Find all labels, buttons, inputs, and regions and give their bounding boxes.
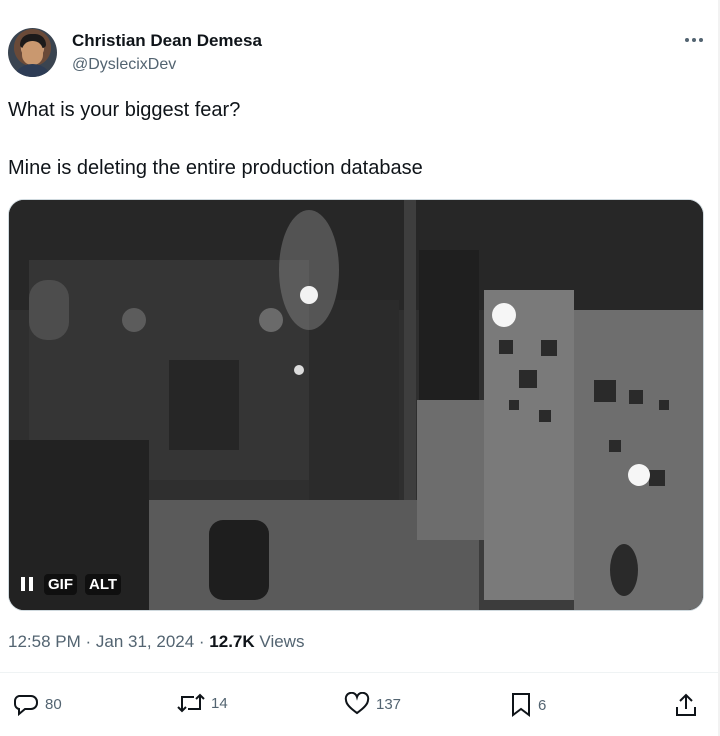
reply-count: 80 — [45, 695, 62, 713]
reply-icon — [14, 695, 38, 716]
divider — [0, 672, 720, 673]
meta-separator: · — [80, 632, 96, 651]
tweet-line-1: What is your biggest fear? — [8, 99, 241, 121]
bookmark-icon — [512, 693, 530, 717]
bookmark-button[interactable]: 6 — [510, 692, 546, 718]
like-button[interactable]: 137 — [344, 692, 401, 716]
tweet-line-2: Mine is deleting the entire production d… — [8, 157, 423, 179]
author-name[interactable]: Christian Dean Demesa — [72, 31, 262, 51]
repost-button[interactable]: 14 — [177, 692, 228, 714]
tweet-date[interactable]: Jan 31, 2024 — [96, 632, 194, 651]
avatar[interactable] — [8, 28, 57, 77]
views-label: Views — [259, 632, 305, 651]
tweet-header: Christian Dean Demesa @DyslecixDev — [8, 28, 712, 80]
views-count: 12.7K — [209, 632, 255, 651]
repost-icon — [177, 693, 205, 713]
more-icon[interactable] — [682, 30, 706, 50]
pause-icon[interactable] — [18, 573, 36, 595]
alt-badge[interactable]: ALT — [85, 573, 122, 595]
like-count: 137 — [376, 695, 402, 713]
share-button[interactable] — [674, 692, 698, 718]
gif-badge: GIF — [44, 573, 77, 595]
tweet-meta: 12:58 PM · Jan 31, 2024 · 12.7K Views — [8, 632, 304, 652]
gif-controls: GIF ALT — [18, 571, 122, 597]
repost-count: 14 — [211, 694, 228, 712]
bookmark-count: 6 — [538, 696, 547, 714]
action-bar: 80 14 137 6 — [0, 686, 720, 726]
author-handle[interactable]: @DyslecixDev — [72, 56, 176, 74]
share-icon — [676, 693, 696, 716]
meta-separator-2: · — [194, 632, 210, 651]
gif-frame-illustration — [9, 200, 703, 610]
gif-media[interactable] — [8, 199, 704, 611]
like-icon — [344, 692, 370, 715]
tweet-text: What is your biggest fear? Mine is delet… — [8, 96, 708, 183]
reply-button[interactable]: 80 — [13, 692, 62, 716]
tweet-time[interactable]: 12:58 PM — [8, 632, 81, 651]
